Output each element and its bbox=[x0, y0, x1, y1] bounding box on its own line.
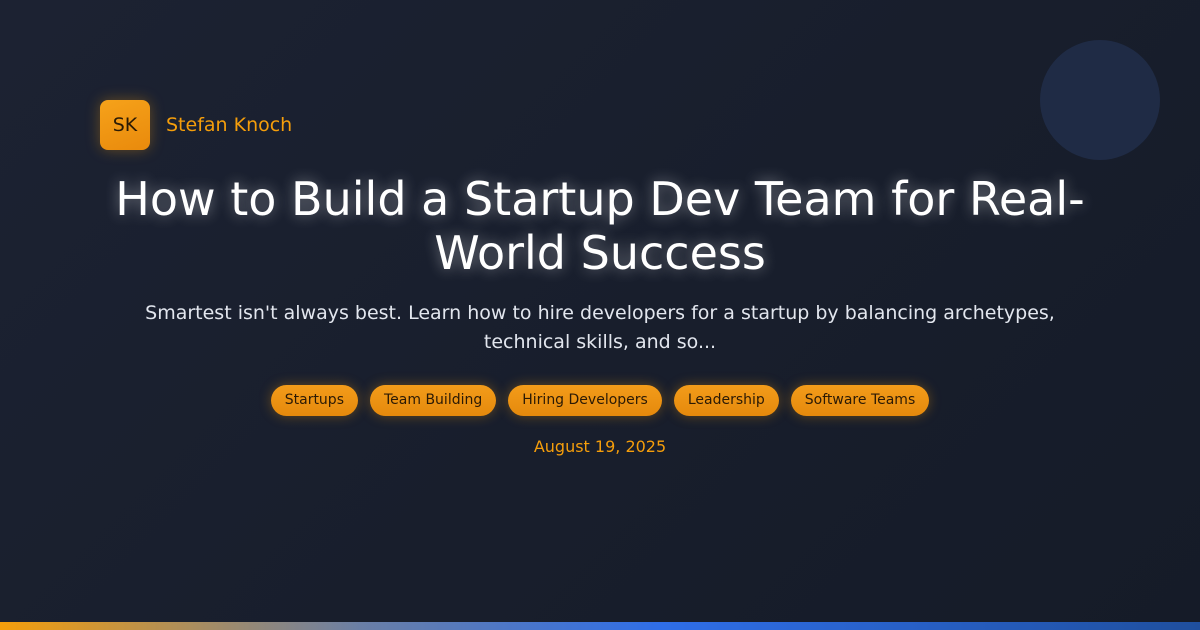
bottom-gradient-bar bbox=[0, 622, 1200, 630]
decorative-circle bbox=[1040, 40, 1160, 160]
author-name: Stefan Knoch bbox=[166, 114, 293, 136]
post-subtitle: Smartest isn't always best. Learn how to… bbox=[145, 302, 1055, 353]
tag-software-teams[interactable]: Software Teams bbox=[790, 385, 930, 416]
tag-startups[interactable]: Startups bbox=[270, 385, 358, 416]
avatar: SK bbox=[100, 100, 150, 150]
post-title: How to Build a Startup Dev Team for Real… bbox=[115, 172, 1085, 280]
author-info: SK Stefan Knoch bbox=[100, 100, 292, 150]
tag-hiring-developers[interactable]: Hiring Developers bbox=[508, 385, 662, 416]
tag-list: Startups Team Building Hiring Developers… bbox=[0, 385, 1200, 416]
publish-date: August 19, 2025 bbox=[533, 437, 667, 456]
tag-team-building[interactable]: Team Building bbox=[370, 385, 497, 416]
tag-leadership[interactable]: Leadership bbox=[673, 385, 779, 416]
